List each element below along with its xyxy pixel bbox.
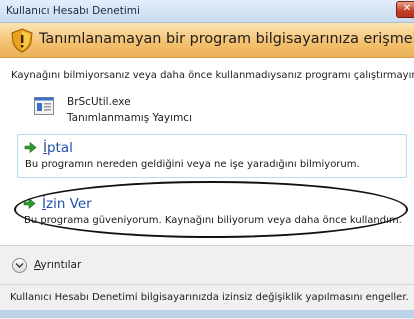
window-bottom-border [0,310,414,318]
dialog-footer: Ayrıntılar Kullanıcı Hesabı Denetimi bil… [0,245,414,319]
allow-option[interactable]: İzin Ver Bu programa güveniyorum. Kaynağ… [17,191,405,234]
close-button[interactable]: ✕ [396,1,414,18]
program-name: BrScUtil.exe [67,96,131,108]
window-title: Kullanıcı Hesabı Denetimi [6,5,140,17]
program-publisher: Tanımlanmamış Yayımcı [67,112,192,124]
allow-option-description: Bu programa güveniyorum. Kaynağını biliy… [24,215,402,226]
warning-banner: Tanımlanamayan bir program bilgisayarını… [0,23,414,58]
cancel-option-description: Bu programın nereden geldiğini veya ne i… [25,159,360,170]
details-label[interactable]: Ayrıntılar [34,259,81,271]
cancel-option-title: İptal [43,140,73,156]
details-toggle-button[interactable] [12,258,27,273]
footer-divider [0,284,414,285]
title-bar: Kullanıcı Hesabı Denetimi ✕ [0,0,414,23]
banner-text: Tanımlanamayan bir program bilgisayarını… [39,31,414,47]
shield-icon [11,28,33,53]
details-label-rest: yrıntılar [40,259,82,271]
footer-info-text: Kullanıcı Hesabı Denetimi bilgisayarınız… [10,292,409,303]
cancel-option[interactable]: İptal Bu programın nereden geldiğini vey… [17,134,407,178]
arrow-right-icon [23,197,36,210]
cancel-title-rest: ptal [46,140,73,156]
allow-title-rest: zin Ver [45,196,92,212]
application-icon [34,97,54,115]
arrow-right-icon [24,141,37,154]
warning-intro-text: Kaynağını bilmiyorsanız veya daha önce k… [11,70,414,81]
allow-option-title: İzin Ver [42,196,92,212]
chevron-down-icon [15,263,24,268]
